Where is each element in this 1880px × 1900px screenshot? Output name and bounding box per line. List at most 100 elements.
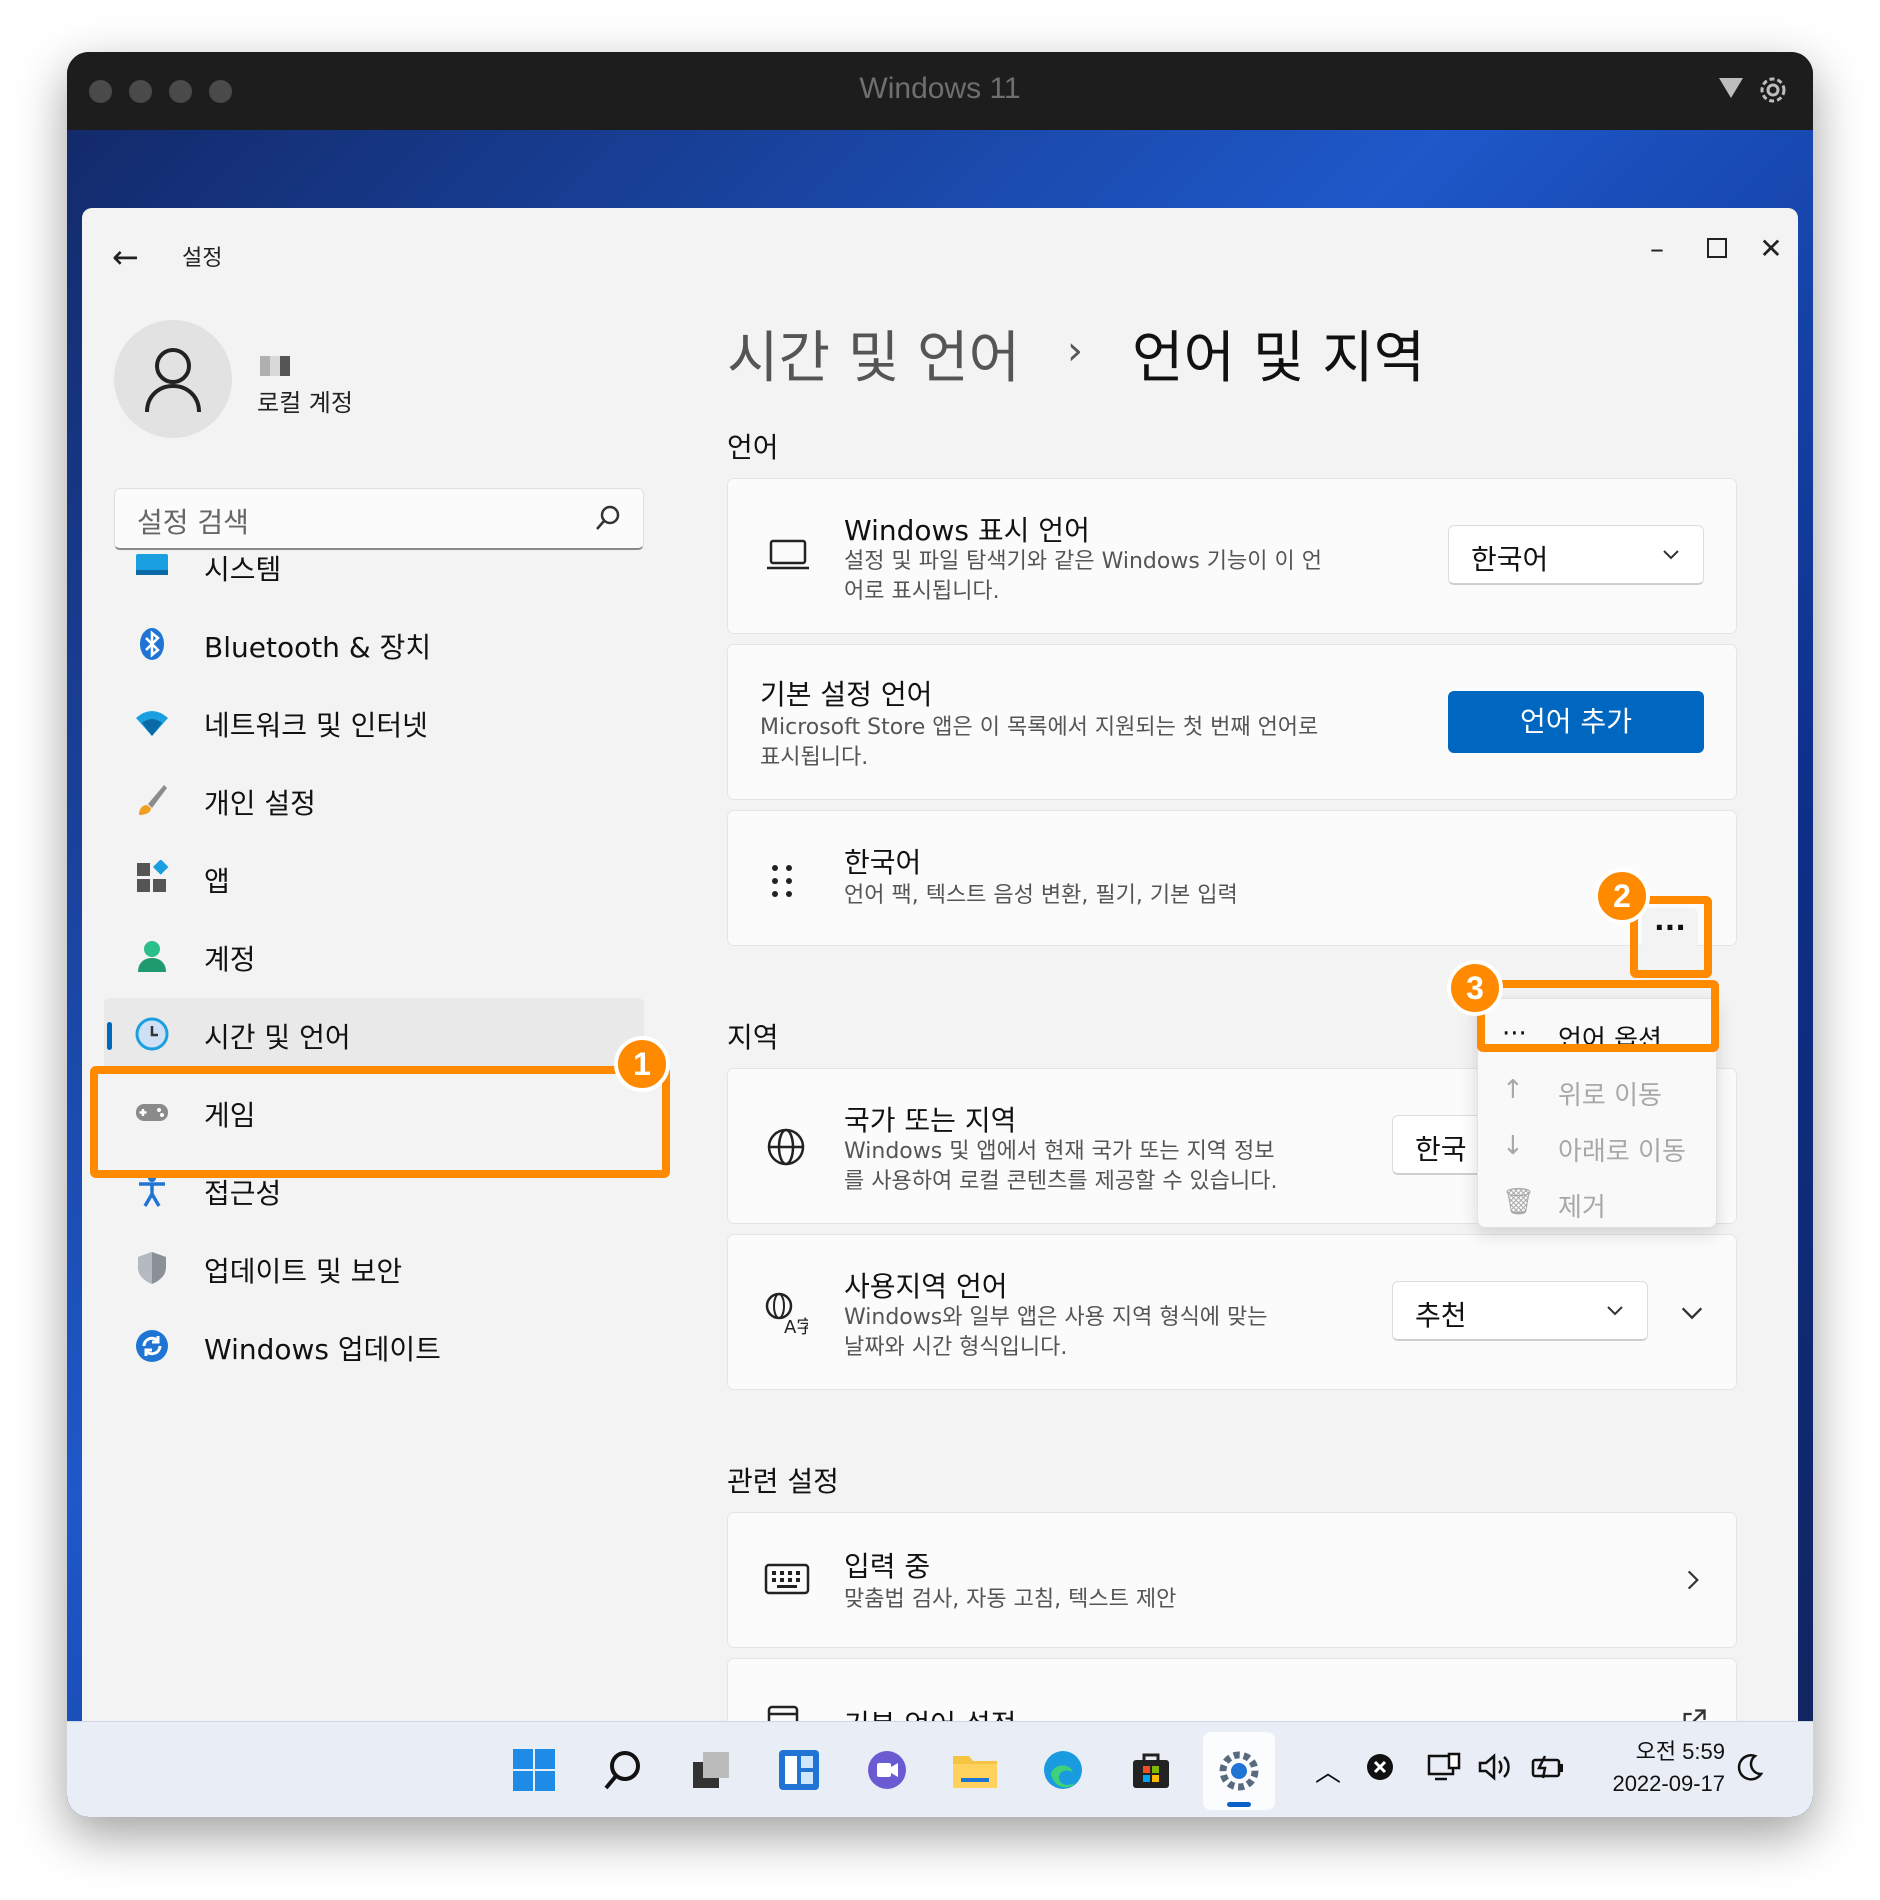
notifications-moon-icon[interactable] bbox=[1735, 1752, 1765, 1789]
clock[interactable]: 오전 5:59 2022-09-17 bbox=[1612, 1736, 1725, 1800]
regional-format-value: 추천 bbox=[1415, 1299, 1467, 1332]
breadcrumb-parent[interactable]: 시간 및 언어 bbox=[727, 313, 1020, 394]
annotation-badge-3: 3 bbox=[1447, 960, 1503, 1016]
expand-chevron-icon[interactable] bbox=[1678, 1299, 1706, 1327]
sidebar-item-9[interactable]: 업데이트 및 보안 bbox=[104, 1232, 644, 1304]
settings-taskbar-button[interactable] bbox=[1203, 1732, 1275, 1810]
annotation-badge-1: 1 bbox=[614, 1036, 670, 1092]
display-language-desc-1: 설정 및 파일 탐색기와 같은 Windows 기능이 이 언 bbox=[844, 549, 1322, 574]
bluetooth-icon bbox=[134, 626, 170, 662]
regional-format-dropdown[interactable]: 추천 bbox=[1392, 1281, 1648, 1341]
store-button[interactable] bbox=[1125, 1744, 1177, 1796]
sidebar-item-label: 업데이트 및 보안 bbox=[204, 1255, 403, 1288]
task-view-button[interactable] bbox=[685, 1744, 737, 1796]
sidebar-item-0[interactable]: 시스템 bbox=[104, 530, 644, 602]
edge-browser-button[interactable] bbox=[1037, 1744, 1089, 1796]
sidebar-item-label: 개인 설정 bbox=[204, 787, 316, 820]
menu-item-icon: ↑ bbox=[1502, 1075, 1524, 1105]
section-related: 관련 설정 bbox=[727, 1465, 839, 1498]
maximize-icon bbox=[1707, 238, 1727, 258]
typing-desc: 맞춤법 검사, 자동 고침, 텍스트 제안 bbox=[844, 1587, 1177, 1612]
korean-language-item[interactable]: 한국어 언어 팩, 텍스트 음성 변환, 필기, 기본 입력 bbox=[727, 810, 1737, 946]
breadcrumb-separator: › bbox=[1067, 328, 1083, 374]
drag-handle-icon[interactable] bbox=[768, 861, 796, 901]
menu-item-icon: 🗑 bbox=[1502, 1187, 1536, 1217]
back-arrow-icon[interactable]: ← bbox=[112, 238, 139, 276]
app-title: 설정 bbox=[182, 246, 223, 271]
sidebar-item-6[interactable]: 시간 및 언어 bbox=[104, 998, 644, 1070]
tray-close-circle-icon[interactable] bbox=[1365, 1752, 1395, 1789]
show-hidden-icons-chevron[interactable]: ︿ bbox=[1315, 1752, 1341, 1789]
sidebar-item-5[interactable]: 계정 bbox=[104, 920, 644, 992]
windows-logo-icon bbox=[513, 1749, 555, 1791]
sidebar-item-label: Windows 업데이트 bbox=[204, 1333, 441, 1366]
minimize-button[interactable]: – bbox=[1632, 228, 1682, 268]
gear-icon[interactable] bbox=[1755, 72, 1791, 108]
account-type: 로컬 계정 bbox=[257, 389, 353, 417]
apps-icon bbox=[134, 859, 170, 896]
regional-format-desc-1: Windows와 일부 앱은 사용 지역 형식에 맞는 bbox=[844, 1305, 1268, 1330]
desktop-background: ← 설정 – ✕ 로컬 계정 설정 검색 시스템 Bluetooth & 장치 네트… bbox=[67, 130, 1813, 1817]
highlight-box-3 bbox=[1477, 980, 1719, 1052]
battery-icon[interactable] bbox=[1529, 1752, 1565, 1789]
regional-format-card: A字 사용지역 언어 Windows와 일부 앱은 사용 지역 형식에 맞는 날… bbox=[727, 1234, 1737, 1390]
country-region-desc-2: 를 사용하여 로컬 콘텐츠를 제공할 수 있습니다. bbox=[844, 1169, 1278, 1194]
sidebar-item-4[interactable]: 앱 bbox=[104, 842, 644, 914]
country-region-title: 국가 또는 지역 bbox=[844, 1104, 1017, 1137]
vm-title: Windows 11 bbox=[859, 72, 1021, 105]
system-icon bbox=[134, 548, 170, 584]
start-button[interactable] bbox=[508, 1744, 560, 1796]
menu-item-icon: ↓ bbox=[1502, 1131, 1524, 1161]
menu-item-label: 위로 이동 bbox=[1558, 1081, 1662, 1111]
sidebar-item-2[interactable]: 네트워크 및 인터넷 bbox=[104, 686, 644, 758]
teams-chat-button[interactable] bbox=[861, 1744, 913, 1796]
context-menu-item-3: 🗑 제거 bbox=[1478, 1175, 1718, 1231]
account-icon bbox=[134, 938, 170, 974]
dropdown-triangle-icon[interactable] bbox=[1719, 78, 1743, 98]
country-region-desc-1: Windows 및 앱에서 현재 국가 또는 지역 정보 bbox=[844, 1139, 1275, 1164]
language-translate-icon: A字 bbox=[765, 1292, 808, 1335]
sidebar-item-10[interactable]: Windows 업데이트 bbox=[104, 1310, 644, 1382]
clock-date: 2022-09-17 bbox=[1612, 1771, 1725, 1796]
volume-icon[interactable] bbox=[1477, 1752, 1513, 1789]
display-language-title: Windows 표시 언어 bbox=[844, 514, 1090, 547]
folder-icon bbox=[953, 1756, 997, 1788]
sidebar-item-label: 계정 bbox=[204, 943, 256, 976]
close-button[interactable]: ✕ bbox=[1746, 228, 1796, 268]
vm-window: Windows 11 ← 설정 – ✕ 로컬 계정 설정 검색 시스템 Bluet… bbox=[67, 52, 1813, 1817]
chevron-right-icon bbox=[1687, 1570, 1699, 1590]
store-icon bbox=[1133, 1753, 1169, 1788]
sidebar-item-3[interactable]: 개인 설정 bbox=[104, 764, 644, 836]
taskbar-search-button[interactable] bbox=[597, 1744, 649, 1796]
preferred-language-desc-1: Microsoft Store 앱은 이 목록에서 지원되는 첫 번째 언어로 bbox=[760, 715, 1319, 740]
preferred-language-card: 기본 설정 언어 Microsoft Store 앱은 이 목록에서 지원되는 … bbox=[727, 644, 1737, 800]
wifi-icon bbox=[134, 704, 170, 740]
account-name-redacted bbox=[260, 356, 290, 376]
menu-item-label: 아래로 이동 bbox=[1558, 1137, 1686, 1167]
svg-text:A字: A字 bbox=[784, 1317, 808, 1335]
preferred-language-desc-2: 표시됩니다. bbox=[760, 745, 869, 770]
avatar[interactable] bbox=[114, 320, 232, 438]
sidebar-item-1[interactable]: Bluetooth & 장치 bbox=[104, 608, 644, 680]
clock-time: 오전 5:59 bbox=[1635, 1739, 1725, 1764]
widgets-button[interactable] bbox=[773, 1744, 825, 1796]
chevron-down-icon bbox=[1607, 1306, 1623, 1316]
network-display-icon[interactable] bbox=[1427, 1752, 1463, 1789]
korean-language-title: 한국어 bbox=[844, 846, 922, 879]
display-language-dropdown[interactable]: 한국어 bbox=[1448, 525, 1704, 585]
time-language-icon bbox=[134, 1016, 170, 1052]
context-menu-item-2: ↓ 아래로 이동 bbox=[1478, 1119, 1718, 1175]
regional-format-desc-2: 날짜와 시간 형식입니다. bbox=[844, 1335, 1068, 1360]
add-language-button[interactable]: 언어 추가 bbox=[1448, 691, 1704, 753]
display-language-card: Windows 표시 언어 설정 및 파일 탐색기와 같은 Windows 기능… bbox=[727, 478, 1737, 634]
widgets-icon bbox=[779, 1750, 819, 1790]
typing-card[interactable]: 입력 중 맞춤법 검사, 자동 고침, 텍스트 제안 bbox=[727, 1512, 1737, 1648]
section-region: 지역 bbox=[727, 1021, 779, 1054]
page-title: 언어 및 지역 bbox=[1132, 326, 1426, 391]
brush-icon bbox=[134, 782, 170, 818]
file-explorer-button[interactable] bbox=[949, 1744, 1001, 1796]
regional-format-title: 사용지역 언어 bbox=[844, 1270, 1008, 1303]
search-icon bbox=[604, 1751, 640, 1790]
maximize-button[interactable] bbox=[1692, 228, 1742, 268]
chevron-down-icon bbox=[1663, 550, 1679, 560]
